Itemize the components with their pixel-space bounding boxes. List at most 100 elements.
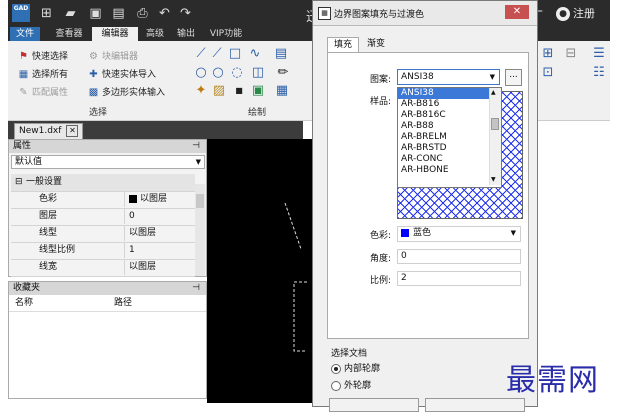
menu-tab-advanced[interactable]: 高级 — [141, 27, 169, 41]
block-editor-button[interactable]: ⚙ 块编辑器 — [88, 49, 138, 62]
polygon-entity-input-button[interactable]: ▩ 多边形实体输入 — [88, 85, 165, 98]
ribbon-right-icon-1[interactable]: ⊞ — [541, 47, 555, 61]
undo-icon[interactable]: ↶ — [157, 6, 172, 21]
select-all-label: 选择所有 — [32, 70, 69, 80]
tab-gradient[interactable]: 渐变 — [361, 37, 391, 52]
circle-2-icon[interactable]: ○ — [211, 66, 225, 80]
property-value-cell: 以图层 — [124, 191, 167, 207]
ribbon-right-icon-3[interactable]: ☰ — [592, 47, 606, 61]
hatch-icon[interactable]: ▨ — [212, 84, 226, 98]
hatch-dialog: ▦ 边界图案填充与过渡色 ✕ 填充 渐变 图案: ANSI38 ▼ ... 样品:… — [312, 0, 538, 412]
pattern-option[interactable]: AR-CONC — [398, 154, 489, 165]
property-row[interactable]: 图层 0 — [11, 208, 195, 226]
scroll-thumb[interactable] — [491, 118, 499, 130]
pen-icon[interactable]: ✏ — [276, 66, 290, 80]
quick-select-button[interactable]: ⚑ 快速选择 — [18, 49, 68, 62]
scale-input[interactable]: 2 — [397, 271, 521, 286]
properties-panel-header: 属性 ⊣ — [9, 140, 206, 153]
angle-input[interactable]: 0 — [397, 249, 521, 264]
pattern-option[interactable]: ANSI38 — [398, 88, 489, 99]
polyline-icon[interactable]: ⟋ — [210, 47, 224, 61]
close-icon[interactable]: ✕ — [66, 124, 79, 137]
property-row[interactable]: 线宽 以图层 — [11, 259, 195, 277]
document-tab[interactable]: New1.dxf ✕ — [14, 123, 84, 140]
property-row[interactable]: 线型比例 1 — [11, 242, 195, 260]
save-as-icon[interactable]: ▤ — [111, 6, 126, 21]
ribbon-right-icon-4[interactable]: ⊡ — [541, 66, 555, 80]
column-path[interactable]: 路径 — [114, 296, 132, 311]
menu-tab-output[interactable]: 输出 — [172, 27, 200, 41]
sample-label: 样品: — [370, 97, 392, 107]
pattern-option[interactable]: AR-BRSTD — [398, 143, 489, 154]
chevron-down-icon: ▼ — [489, 73, 495, 81]
circle-icon[interactable]: ○ — [194, 66, 208, 80]
scroll-down-icon[interactable]: ▼ — [491, 176, 496, 183]
quick-select-icon: ⚑ — [19, 51, 28, 62]
pin-icon[interactable]: ⊣ — [192, 140, 200, 153]
property-row[interactable]: 线型 以图层 — [11, 225, 195, 243]
pattern-browse-button[interactable]: ... — [505, 69, 522, 86]
pattern-select-value: ANSI38 — [401, 72, 434, 82]
property-value: 0 — [124, 208, 135, 224]
arc-icon[interactable]: ◌ — [230, 66, 244, 80]
property-key: 线宽 — [39, 262, 58, 272]
table-icon[interactable]: ▦ — [275, 84, 289, 98]
properties-scrollbar[interactable] — [195, 184, 205, 276]
properties-preset-select[interactable]: 默认值 ▼ — [11, 155, 205, 169]
redo-icon[interactable]: ↷ — [178, 6, 193, 21]
menu-tab-file[interactable]: 文件 — [10, 27, 40, 41]
scroll-thumb[interactable] — [196, 194, 204, 208]
select-all-button[interactable]: ▦ 选择所有 — [18, 67, 68, 80]
tab-fill[interactable]: 填充 — [327, 37, 360, 53]
rectangle-icon[interactable]: □ — [228, 47, 242, 61]
column-name[interactable]: 名称 — [15, 296, 33, 311]
open-folder-icon[interactable]: ▰ — [63, 6, 78, 21]
pattern-option[interactable]: AR-HBONE — [398, 165, 489, 176]
menu-tab-editor[interactable]: 编辑器 — [92, 27, 138, 41]
pattern-dropdown-list: ANSI38 AR-B816 AR-B816C AR-B88 AR-BRELM … — [397, 87, 502, 188]
pattern-option[interactable]: AR-B88 — [398, 121, 489, 132]
dialog-button-right[interactable] — [425, 398, 525, 412]
ribbon-right-icon-2[interactable]: ⊟ — [564, 47, 578, 61]
line-icon[interactable]: ⟋ — [194, 47, 208, 61]
property-value: 以图层 — [140, 194, 168, 204]
pattern-list-scrollbar[interactable]: ▲ ▼ — [489, 88, 501, 185]
image-icon[interactable]: ▣ — [251, 84, 265, 98]
document-tab-bar: New1.dxf ✕ — [8, 121, 303, 140]
select-all-icon: ▦ — [18, 69, 29, 80]
radio-inner-contour-label: 内部轮廓 — [344, 364, 381, 374]
menu-tab-vip[interactable]: VIP功能 — [205, 27, 247, 41]
dialog-button-left[interactable] — [329, 398, 419, 412]
pattern-select[interactable]: ANSI38 ▼ — [397, 69, 500, 85]
quick-select-label: 快速选择 — [32, 52, 69, 62]
close-button[interactable]: ✕ — [505, 5, 529, 19]
point-icon[interactable]: ✦ — [194, 84, 208, 98]
register-link[interactable]: ● 注册 — [556, 5, 595, 21]
property-row[interactable]: 色彩 以图层 — [11, 191, 195, 209]
collapse-icon: ⊟ — [15, 177, 23, 187]
save-icon[interactable]: ▣ — [88, 6, 103, 21]
block-icon[interactable]: ◫ — [251, 66, 265, 80]
radio-outer-contour[interactable]: 外轮廓 — [331, 378, 371, 391]
text-icon[interactable]: ▤ — [274, 47, 288, 61]
print-icon[interactable]: ⎙ — [135, 6, 150, 21]
quick-entity-import-button[interactable]: ✚ 快速实体导入 — [88, 67, 156, 80]
pin-icon[interactable]: ⊣ — [192, 282, 200, 295]
property-group-header[interactable]: ⊟ 一般设置 — [11, 174, 195, 192]
new-file-icon[interactable]: ⊞ — [39, 6, 54, 21]
pattern-option[interactable]: AR-B816C — [398, 110, 489, 121]
curve-icon[interactable]: ∿ — [248, 47, 262, 61]
menu-tab-viewer[interactable]: 查看器 — [49, 27, 89, 41]
radio-inner-contour[interactable]: 内部轮廓 — [331, 361, 380, 374]
match-properties-button[interactable]: ✎ 匹配属性 — [18, 85, 68, 98]
color-value: 蓝色 — [413, 228, 432, 238]
dot-icon[interactable]: ■ — [232, 84, 246, 98]
scroll-up-icon[interactable]: ▲ — [491, 89, 496, 96]
pattern-option[interactable]: AR-BRELM — [398, 132, 489, 143]
color-select[interactable]: 蓝色 ▼ — [397, 226, 521, 242]
pattern-option[interactable]: AR-B816 — [398, 99, 489, 110]
property-key: 线型比例 — [39, 245, 76, 255]
radio-selected-icon — [331, 363, 341, 374]
ribbon-right-icon-5[interactable]: ☷ — [592, 66, 606, 80]
drawing-canvas[interactable] — [207, 139, 312, 403]
